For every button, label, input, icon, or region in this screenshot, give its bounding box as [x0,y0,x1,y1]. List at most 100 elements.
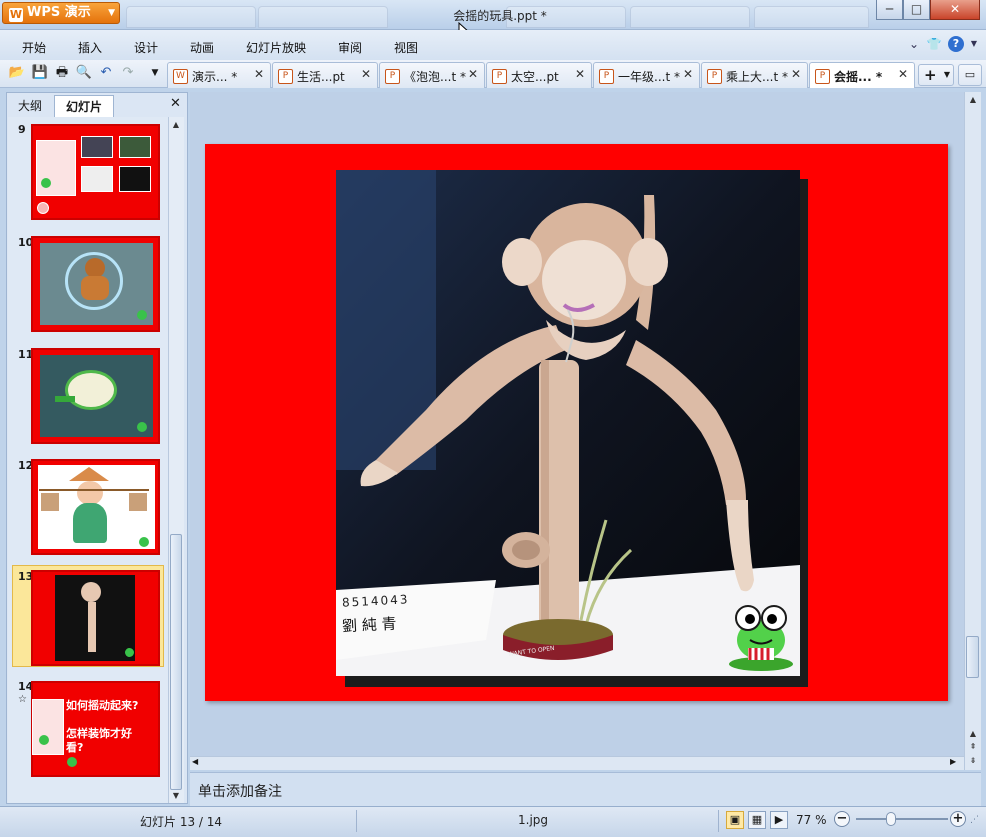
doc-tab-modified-mark: * [871,70,883,84]
chevron-down-icon[interactable]: ▼ [966,36,982,52]
notes-pane[interactable] [190,772,981,806]
menu-review[interactable]: 审阅 [338,39,362,56]
close-icon[interactable]: ✕ [791,67,801,81]
photo-caption-name: 劉 純 青 [341,614,398,636]
doc-tab-label: 会摇... [834,70,872,84]
close-icon[interactable]: ✕ [898,67,908,81]
app-brand: WPS 演示 [27,5,91,20]
menu-home[interactable]: 开始 [22,39,46,56]
new-tab-button[interactable]: + ▼ [918,64,954,86]
close-icon[interactable]: ✕ [575,67,585,81]
grid-view-icon: ▦ [751,813,763,826]
scrollbar-thumb[interactable] [966,636,979,678]
doc-tab-label: 乘上大...t [726,70,779,84]
normal-view-button[interactable]: ▣ [726,811,744,829]
close-window-button[interactable]: ✕ [930,0,980,20]
doc-tab-modified-mark: * [227,70,238,84]
scroll-down-icon[interactable]: ▼ [168,789,184,803]
print-icon[interactable]: 🖶 [53,64,71,82]
slide-thumbnail-13[interactable] [31,570,160,666]
wps-logo-icon: W [9,8,23,22]
slide-photo-monkey-toy[interactable]: 8514043 劉 純 青 WANT TO OPEN [336,170,800,676]
thumb-number: 9 [18,123,26,136]
undo-icon[interactable]: ↶ [97,64,115,82]
scrollbar-thumb[interactable] [170,534,182,790]
scroll-right-icon[interactable]: ▶ [950,757,956,766]
close-icon[interactable]: ✕ [361,67,371,81]
body-shape [73,503,107,543]
doc-tab[interactable]: P 一年级...t * ✕ [593,62,700,88]
tab-outline[interactable]: 大纲 [10,95,50,117]
leaf-shape [55,396,75,402]
notes-placeholder[interactable]: 单击添加备注 [198,781,282,801]
minimize-button[interactable]: ─ [876,0,903,20]
doc-tab[interactable]: P 生活...pt ✕ [272,62,378,88]
slide-thumbnail-10[interactable] [31,236,160,332]
frog-icon [39,735,49,745]
menu-insert[interactable]: 插入 [78,39,102,56]
help-icon[interactable]: ? [948,36,964,52]
menu-view[interactable]: 视图 [394,39,418,56]
doc-tab[interactable]: P 乘上大...t * ✕ [701,62,808,88]
slide-sorter-view-button[interactable]: ▦ [748,811,766,829]
trunk-shape [88,602,96,652]
doc-tab[interactable]: P 《泡泡...t * ✕ [379,62,485,88]
document-icon: P [492,69,507,84]
menu-slideshow[interactable]: 幻灯片放映 [246,39,306,56]
open-folder-icon[interactable]: 📂 [8,64,26,82]
redo-icon[interactable]: ↷ [119,64,137,82]
chevron-down-icon: ▼ [108,8,115,18]
document-icon: P [815,69,830,84]
status-divider [718,810,719,832]
panel-close-icon[interactable]: ✕ [170,96,181,111]
tab-list-button[interactable]: ▭ [958,64,982,86]
doc-tab[interactable]: W 演示... * ✕ [167,62,271,88]
save-icon[interactable]: 💾 [31,64,49,82]
scroll-up-icon[interactable]: ▲ [965,727,981,741]
close-icon[interactable]: ✕ [254,67,264,81]
maximize-button[interactable]: □ [903,0,930,20]
bucket-shape [41,493,59,511]
menu-design[interactable]: 设计 [134,39,158,56]
doc-tab[interactable]: P 太空...pt ✕ [486,62,592,88]
document-icon: P [599,69,614,84]
zoom-out-button[interactable]: − [834,811,850,827]
frog-icon [125,648,134,657]
slide-thumbnail-9[interactable] [31,124,160,220]
wps-app-menu-button[interactable]: W WPS 演示 ▼ [2,2,120,24]
monkey-body-shape [81,276,109,300]
print-preview-icon[interactable]: 🔍 [75,64,93,82]
previous-slide-icon[interactable]: ⇞ [965,740,981,754]
zoom-in-button[interactable]: + [950,811,966,827]
slide-thumbnail-14[interactable]: 如何摇动起来? 怎样装饰才好 看? [31,681,160,777]
doc-tab-label: 太空...pt [511,70,559,84]
document-icon: P [385,69,400,84]
doc-tab-active[interactable]: P 会摇... * ✕ [809,62,915,88]
thumb-image [81,166,113,192]
slide-horizontal-scrollbar[interactable] [190,756,964,770]
close-icon[interactable]: ✕ [683,67,693,81]
frog-toy-shape [65,370,117,410]
scroll-up-icon[interactable]: ▲ [168,118,184,132]
slide-thumbnail-12[interactable] [31,459,160,555]
close-icon[interactable]: ✕ [468,67,478,81]
scroll-left-icon[interactable]: ◀ [192,757,198,766]
tab-slides[interactable]: 幻灯片 [54,95,114,117]
zoom-slider-track[interactable] [856,818,948,820]
customize-toolbar-icon[interactable]: ▼ [146,64,164,82]
resize-grip-icon[interactable]: ⋰ [970,815,982,827]
scroll-up-icon[interactable]: ▲ [965,93,981,107]
doc-tab-label: 演示... [192,70,228,84]
doc-tab-modified-mark: * [778,70,788,84]
zoom-slider-knob[interactable] [886,812,896,826]
design-template-name[interactable]: 1.jpg [518,813,548,827]
menu-animation[interactable]: 动画 [190,39,214,56]
frog-icon [67,757,77,767]
next-slide-icon[interactable]: ⇟ [965,754,981,768]
chevron-down-icon[interactable]: ⌄ [906,36,922,52]
slideshow-view-button[interactable]: ▶ [770,811,788,829]
frog-icon [137,422,147,432]
skin-shirt-icon[interactable]: 👕 [926,36,942,52]
slide-thumbnail-11[interactable] [31,348,160,444]
play-slideshow-icon: ▶ [774,813,784,826]
